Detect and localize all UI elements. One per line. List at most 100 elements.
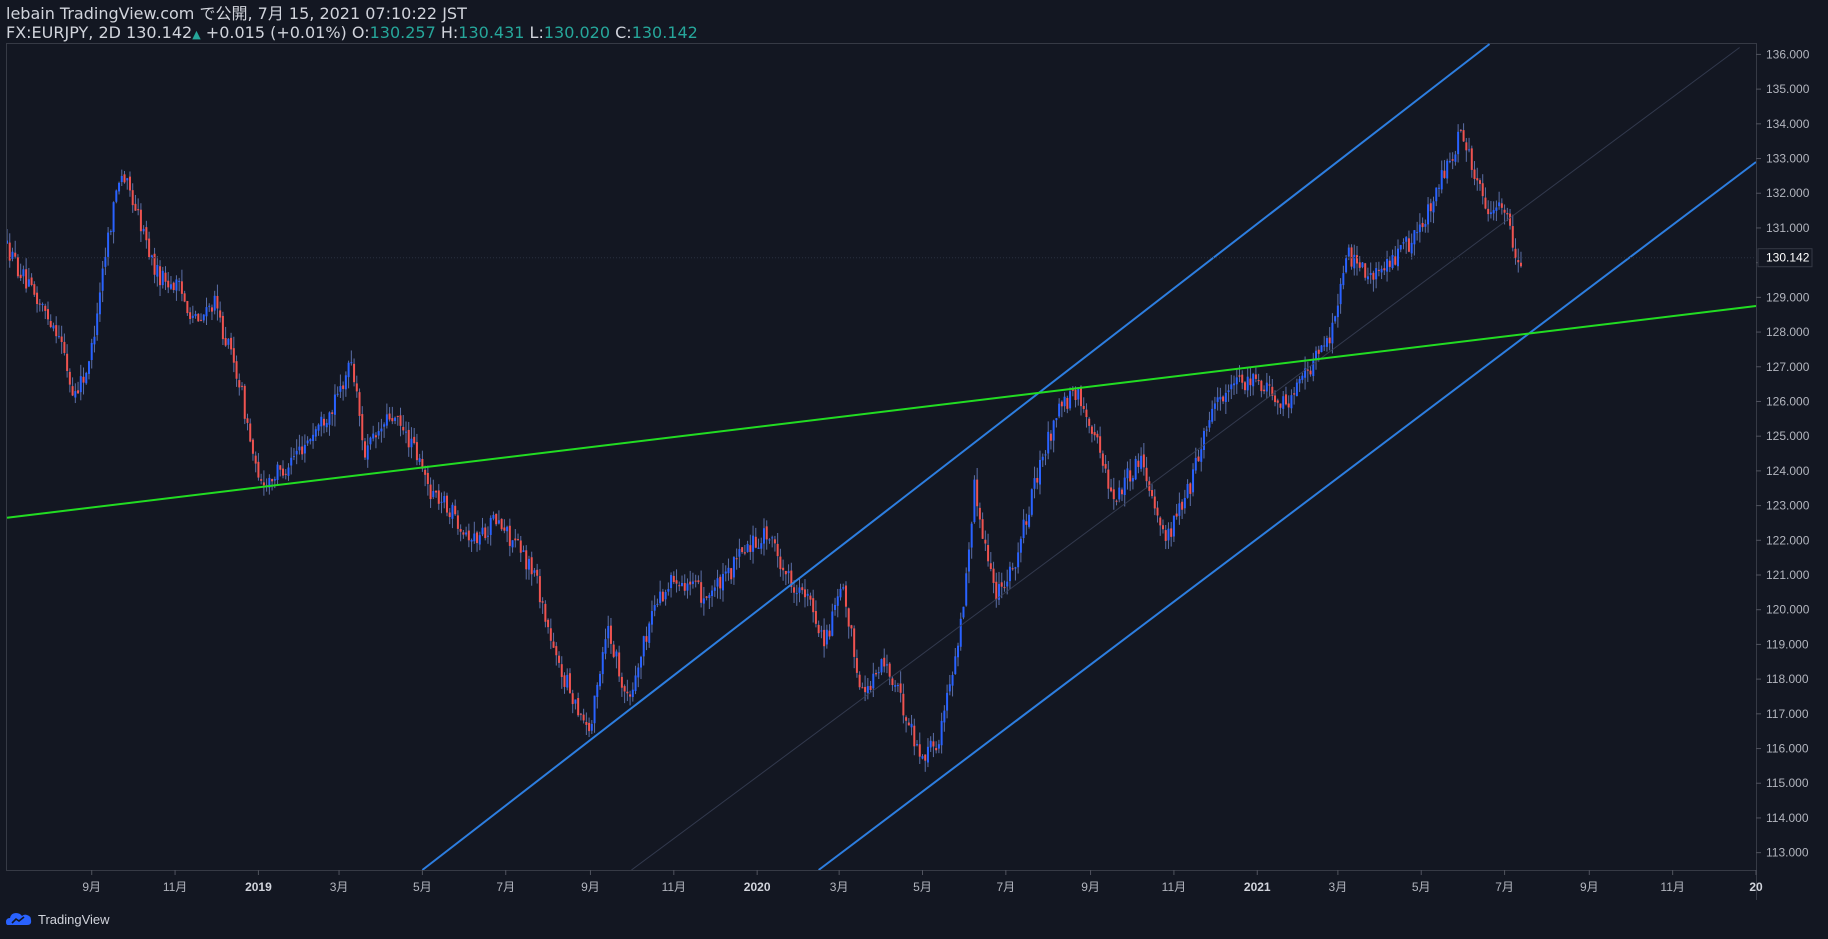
candle-down xyxy=(55,325,58,337)
change-label: +0.015 (+0.01%) xyxy=(205,23,347,42)
drawings-layer[interactable] xyxy=(6,43,1757,871)
candle-down xyxy=(1099,436,1102,453)
candle-up xyxy=(287,467,290,476)
candle-up xyxy=(1334,316,1337,322)
candle-up xyxy=(681,582,684,586)
candle-up xyxy=(511,540,514,548)
candle-up xyxy=(896,684,899,687)
candle-down xyxy=(645,636,648,642)
candle-down xyxy=(754,536,757,548)
candle-down xyxy=(38,303,41,305)
candle-down xyxy=(907,722,910,726)
candle-up xyxy=(1134,458,1137,480)
candle-up xyxy=(1437,187,1440,189)
candle-down xyxy=(363,441,366,458)
candle-down xyxy=(1506,213,1509,215)
candle-down xyxy=(139,209,142,232)
candle-up xyxy=(276,464,279,481)
candle-down xyxy=(741,547,744,553)
candle-down xyxy=(558,655,561,663)
candle-down xyxy=(134,203,137,211)
candle-down xyxy=(388,413,391,420)
price-axis[interactable]: 113.000 114.000 115.000 116.000 117.000 118.0… xyxy=(1756,44,1810,900)
candle-up xyxy=(440,501,443,503)
candle-down xyxy=(445,495,448,513)
candle-down xyxy=(1476,178,1479,181)
candle-down xyxy=(219,310,222,318)
candle-down xyxy=(875,673,878,675)
candle-down xyxy=(484,527,487,539)
candle-down xyxy=(1356,255,1359,264)
time-tick-label: 2020 xyxy=(744,880,771,894)
candle-up xyxy=(760,543,763,549)
candle-up xyxy=(1178,503,1181,516)
candle-down xyxy=(402,426,405,431)
candle-up xyxy=(1353,254,1356,269)
candle-down xyxy=(33,284,36,295)
candle-down xyxy=(279,465,282,470)
candle-up xyxy=(1047,431,1050,454)
candle-down xyxy=(626,691,629,694)
candle-down xyxy=(301,446,304,455)
plot-area[interactable] xyxy=(6,123,1522,772)
candle-up xyxy=(314,429,317,437)
candle-up xyxy=(169,284,172,289)
candle-up xyxy=(1448,160,1451,163)
candle-down xyxy=(549,628,552,641)
candle-down xyxy=(1443,170,1446,178)
candle-up xyxy=(820,630,823,632)
candle-down xyxy=(159,266,162,286)
candle-down xyxy=(1153,496,1156,509)
candle-down xyxy=(1517,260,1520,263)
candle-down xyxy=(71,386,74,396)
price-chart[interactable]: 113.000 114.000 115.000 116.000 117.000 118.0… xyxy=(0,0,1828,939)
candle-up xyxy=(721,573,724,591)
candle-down xyxy=(1293,393,1296,395)
candle-up xyxy=(959,618,962,647)
candle-down xyxy=(847,608,850,627)
candle-down xyxy=(612,644,615,657)
candle-up xyxy=(443,496,446,503)
candle-down xyxy=(399,415,402,426)
candle-up xyxy=(87,361,90,374)
candle-down xyxy=(1093,432,1096,436)
candle-up xyxy=(333,394,336,415)
candle-down xyxy=(661,591,664,602)
candle-up xyxy=(650,611,653,625)
candle-down xyxy=(850,625,853,629)
candle-down xyxy=(186,300,189,314)
candle-up xyxy=(1131,478,1134,482)
candle-up xyxy=(1375,268,1378,280)
candle-up xyxy=(1194,457,1197,471)
candle-down xyxy=(1161,525,1164,530)
candle-down xyxy=(1284,394,1287,405)
candle-down xyxy=(864,686,867,693)
candle-up xyxy=(670,574,673,589)
time-axis[interactable]: 9月 11月 2019 3月 5月 7月 9月 11月 2020 3月 5月 7月 9月 11月 2021 3… xyxy=(7,870,1763,894)
candle-up xyxy=(1320,345,1323,353)
candle-up xyxy=(380,428,383,432)
time-tick-label: 3月 xyxy=(830,880,849,894)
candle-up xyxy=(481,527,484,535)
candle-down xyxy=(1110,487,1113,492)
candle-up xyxy=(309,439,312,442)
candle-down xyxy=(1484,197,1487,209)
candle-up xyxy=(1405,237,1408,242)
candle-up xyxy=(1118,487,1121,500)
candle-down xyxy=(63,341,66,353)
candle-up xyxy=(465,532,468,535)
candle-down xyxy=(19,274,22,279)
candle-down xyxy=(243,385,246,419)
candle-down xyxy=(249,423,252,442)
candle-down xyxy=(391,418,394,422)
candle-up xyxy=(866,686,869,694)
candle-down xyxy=(563,675,566,687)
last-price-marker: 130.142 xyxy=(7,248,1813,268)
footer[interactable]: TradingView xyxy=(6,911,110,927)
candle-up xyxy=(664,591,667,600)
candle-down xyxy=(935,747,938,751)
candle-up xyxy=(752,535,755,552)
candle-up xyxy=(1345,257,1348,273)
candle-up xyxy=(1017,552,1020,568)
candle-up xyxy=(112,202,115,233)
